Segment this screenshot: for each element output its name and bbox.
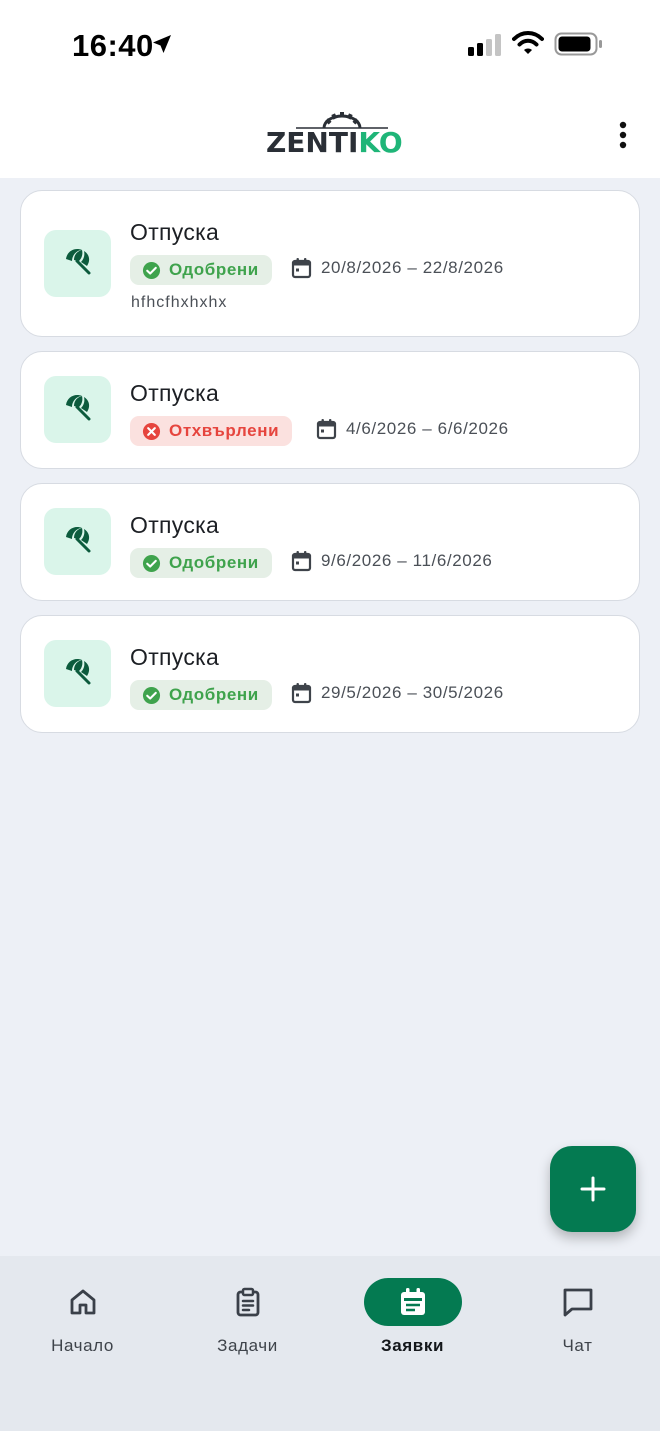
status-badge: Отхвърлени <box>130 416 293 446</box>
status-label: Отхвърлени <box>169 421 280 440</box>
beach-umbrella-icon <box>63 392 93 427</box>
nav-item-chat[interactable]: Чат <box>495 1256 660 1376</box>
request-date-range: 20/8/2026 – 22/8/2026 <box>291 257 504 279</box>
calendar-icon <box>291 682 312 704</box>
calendar-icon <box>291 257 312 279</box>
status-label: Одобрени <box>169 685 259 704</box>
request-note: hfhcfhxhxhx <box>131 294 228 311</box>
nav-item-requests[interactable]: Заявки <box>330 1256 495 1376</box>
logo-text-accent: KO <box>358 126 403 159</box>
status-badge: Одобрени <box>130 548 272 578</box>
status-badge: Одобрени <box>130 680 272 710</box>
plus-icon <box>580 1176 606 1202</box>
request-type-icon-box <box>44 508 111 575</box>
request-title: Отпуска <box>130 512 220 538</box>
status-badge: Одобрени <box>130 255 272 285</box>
check-circle-icon <box>142 261 161 280</box>
location-arrow-icon <box>150 32 174 61</box>
check-circle-icon <box>142 554 161 573</box>
status-label: Одобрени <box>169 553 259 572</box>
nav-label-chat: Чат <box>562 1336 593 1355</box>
date-range-text: 29/5/2026 – 30/5/2026 <box>321 683 504 702</box>
request-card[interactable]: Отпуска Одобрени 20/8/2026 – 22/8/2026 hfhc… <box>20 190 640 337</box>
calendar-icon <box>316 418 337 440</box>
request-title: Отпуска <box>130 219 220 245</box>
beach-umbrella-icon <box>63 524 93 559</box>
nav-label-home: Начало <box>51 1336 114 1355</box>
status-time: 16:40 <box>72 28 154 63</box>
request-title: Отпуска <box>130 380 220 406</box>
request-type-icon-box <box>44 640 111 707</box>
more-options-button[interactable] <box>606 118 640 152</box>
clipboard-icon <box>236 1287 259 1317</box>
nav-label-tasks: Задачи <box>217 1336 278 1355</box>
check-circle-icon <box>142 686 161 705</box>
beach-umbrella-icon <box>63 656 93 691</box>
chat-bubble-icon <box>563 1288 592 1317</box>
x-circle-icon <box>142 422 161 441</box>
beach-umbrella-icon <box>63 246 93 281</box>
status-label: Одобрени <box>169 260 259 279</box>
request-type-icon-box <box>44 376 111 443</box>
nav-item-tasks[interactable]: Задачи <box>165 1256 330 1376</box>
cellular-signal-icon <box>468 34 504 61</box>
date-range-text: 20/8/2026 – 22/8/2026 <box>321 258 504 277</box>
request-type-icon-box <box>44 230 111 297</box>
calendar-icon <box>291 550 312 572</box>
more-vertical-icon <box>619 121 627 149</box>
bottom-navigation: Начало Задачи Заявки Чат <box>0 1256 660 1431</box>
request-date-range: 9/6/2026 – 11/6/2026 <box>291 550 492 572</box>
nav-label-requests: Заявки <box>380 1336 445 1355</box>
calendar-event-icon <box>400 1288 425 1315</box>
wifi-icon <box>512 30 544 61</box>
home-icon <box>70 1289 95 1315</box>
app-header: ZENTIKO <box>0 90 660 178</box>
nav-item-home[interactable]: Начало <box>0 1256 165 1376</box>
add-request-button[interactable] <box>550 1146 636 1232</box>
request-card[interactable]: Отпуска Отхвърлени 4/6/2026 – 6/6/2026 <box>20 351 640 469</box>
request-card[interactable]: Отпуска Одобрени 29/5/2026 – 30/5/2026 <box>20 615 640 733</box>
zentiko-logo: ZENTIKO <box>266 110 403 160</box>
date-range-text: 4/6/2026 – 6/6/2026 <box>346 419 509 438</box>
status-bar: 16:40 <box>0 0 660 90</box>
battery-icon <box>554 32 604 61</box>
date-range-text: 9/6/2026 – 11/6/2026 <box>321 551 493 570</box>
request-title: Отпуска <box>130 644 220 670</box>
request-date-range: 4/6/2026 – 6/6/2026 <box>316 418 509 440</box>
request-card[interactable]: Отпуска Одобрени 9/6/2026 – 11/6/2026 <box>20 483 640 601</box>
request-date-range: 29/5/2026 – 30/5/2026 <box>291 682 504 704</box>
logo-text-dark: ZENTI <box>266 126 359 159</box>
